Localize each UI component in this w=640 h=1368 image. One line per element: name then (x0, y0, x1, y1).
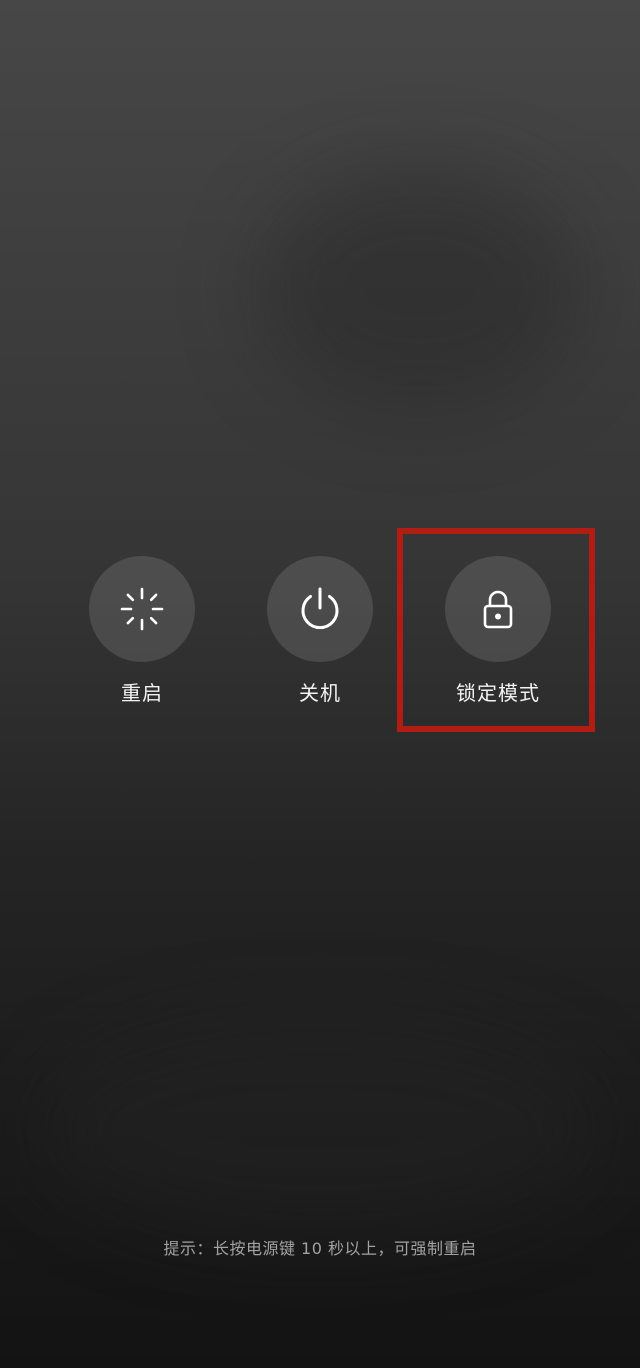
force-restart-hint: 提示：长按电源键 10 秒以上，可强制重启 (163, 1239, 477, 1258)
power-off-button[interactable]: 关机 (220, 556, 420, 716)
restart-button[interactable]: 重启 (42, 556, 242, 716)
lock-icon (483, 590, 513, 629)
lockdown-mode-button[interactable]: 锁定模式 (398, 556, 598, 716)
restart-icon-circle[interactable] (89, 556, 195, 662)
power-off-label: 关机 (299, 681, 341, 705)
power-menu-screen: 重启 关机 锁定模式 提示：长按电源键 10 秒以上，可强制重启 (0, 0, 640, 1368)
background-shade (40, 1020, 600, 1240)
background-shade (260, 170, 580, 410)
power-icon (301, 587, 339, 630)
lockdown-mode-label: 锁定模式 (456, 681, 540, 705)
restart-label: 重启 (121, 681, 163, 705)
restart-spinner-icon (120, 587, 164, 631)
power-icon-circle[interactable] (267, 556, 373, 662)
lock-icon-circle[interactable] (445, 556, 551, 662)
